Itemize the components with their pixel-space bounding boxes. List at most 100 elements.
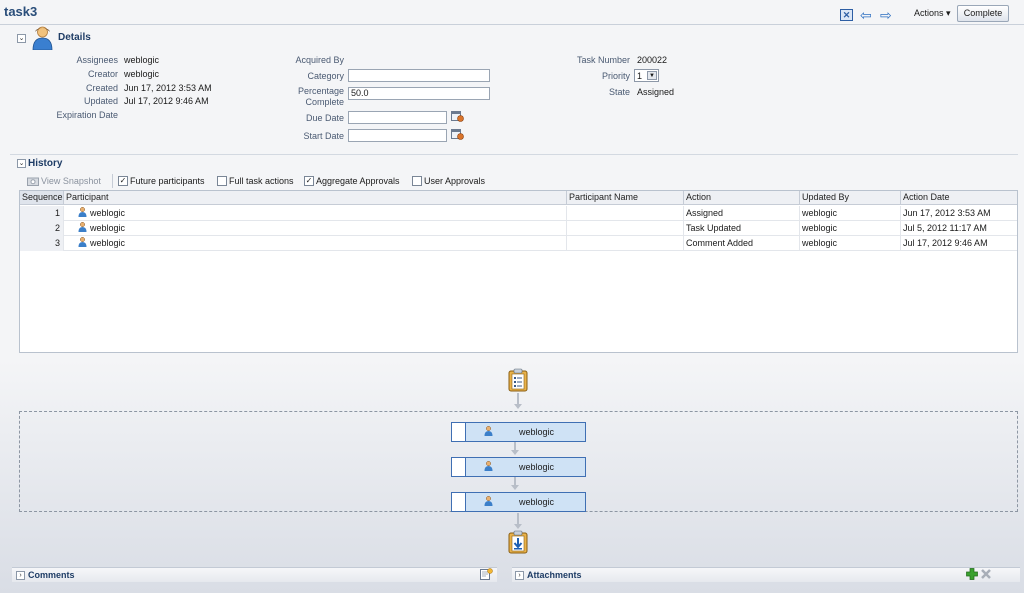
participant-name: weblogic: [90, 208, 126, 218]
action-date-cell: Jun 17, 2012 3:53 AM: [903, 208, 991, 218]
user-icon: [484, 426, 493, 438]
state-label: State: [608, 87, 630, 97]
priority-select[interactable]: 1 ▼: [634, 69, 659, 82]
category-label: Category: [307, 71, 344, 81]
user-icon: [484, 461, 493, 473]
sequence-cell: 1: [20, 206, 64, 221]
user-icon: [78, 207, 87, 217]
participant-cell: weblogic: [64, 236, 567, 251]
updated-by-cell: weblogic: [800, 221, 901, 236]
created-value: Jun 17, 2012 3:53 AM: [124, 83, 212, 93]
history-section-title: History: [28, 158, 63, 169]
attachments-bar: [512, 567, 1020, 582]
task-number-value: 200022: [637, 55, 668, 65]
assignees-label: Assignees: [76, 55, 118, 65]
expiration-date-label: Expiration Date: [56, 110, 118, 120]
start-date-calendar-icon[interactable]: [451, 128, 464, 140]
camera-icon: [27, 176, 39, 186]
col-header-sequence[interactable]: Sequence: [20, 191, 64, 205]
percentage-label-line1: Percentage: [297, 86, 344, 96]
table-row[interactable]: 1 weblogic Assigned weblogic Jun 17, 201…: [20, 206, 1017, 221]
attachments-title: Attachments: [527, 570, 582, 580]
flow-participant-box[interactable]: weblogic: [451, 422, 586, 442]
user-icon: [78, 237, 87, 247]
user-icon: [484, 496, 493, 508]
page-title: task3: [4, 4, 38, 19]
future-participants-checkbox[interactable]: ✓: [118, 176, 128, 186]
details-collapse-toggle[interactable]: ⌄: [17, 34, 26, 43]
action-cell: Task Updated: [684, 221, 800, 236]
sequence-cell: 3: [20, 236, 64, 251]
percentage-complete-input[interactable]: 50.0: [348, 87, 490, 100]
future-participants-label: Future participants: [130, 176, 205, 186]
col-header-updated-by[interactable]: Updated By: [800, 191, 901, 205]
add-comment-icon[interactable]: [480, 568, 493, 581]
flow-participant-name: weblogic: [519, 497, 555, 507]
user-approvals-checkbox[interactable]: [412, 176, 422, 186]
user-avatar-icon: [32, 26, 53, 51]
delete-attachment-icon[interactable]: [980, 568, 992, 580]
history-table: Sequence Participant Participant Name Ac…: [19, 190, 1018, 353]
action-date-cell: Jul 17, 2012 9:46 AM: [903, 238, 988, 248]
comments-title: Comments: [28, 570, 75, 580]
flow-participant-box[interactable]: weblogic: [451, 457, 586, 477]
col-header-participant[interactable]: Participant: [64, 191, 567, 205]
comments-bar: [12, 567, 497, 582]
attachments-expand-toggle[interactable]: ›: [515, 571, 524, 580]
previous-task-icon[interactable]: ⇦: [860, 8, 873, 22]
full-task-actions-label: Full task actions: [229, 176, 294, 186]
creator-value: weblogic: [124, 69, 160, 79]
history-collapse-toggle[interactable]: ⌄: [17, 159, 26, 168]
user-approvals-label: User Approvals: [424, 176, 486, 186]
table-row[interactable]: 2 weblogic Task Updated weblogic Jul 5, …: [20, 221, 1017, 236]
flow-participant-inner: weblogic: [465, 458, 585, 476]
full-task-actions-checkbox[interactable]: [217, 176, 227, 186]
start-date-input[interactable]: [348, 129, 447, 142]
action-cell: Assigned: [684, 206, 800, 221]
actions-menu[interactable]: Actions ▾: [914, 8, 951, 19]
flow-participant-name: weblogic: [519, 462, 555, 472]
action-cell: Comment Added: [684, 236, 800, 251]
due-date-calendar-icon[interactable]: [451, 110, 464, 122]
participant-name-cell: [567, 236, 684, 251]
col-header-participant-name[interactable]: Participant Name: [567, 191, 684, 205]
view-snapshot-button[interactable]: View Snapshot: [41, 176, 101, 186]
flow-participant-name: weblogic: [519, 427, 555, 437]
participant-name-cell: [567, 221, 684, 236]
complete-button[interactable]: Complete: [957, 5, 1009, 22]
updated-value: Jul 17, 2012 9:46 AM: [124, 96, 209, 106]
participant-cell: weblogic: [64, 221, 567, 236]
category-input[interactable]: [348, 69, 490, 82]
comments-expand-toggle[interactable]: ›: [16, 571, 25, 580]
percentage-label-line2: Complete: [305, 97, 344, 107]
creator-label: Creator: [87, 69, 118, 79]
aggregate-approvals-checkbox[interactable]: ✓: [304, 176, 314, 186]
col-header-action-date[interactable]: Action Date: [901, 191, 1017, 205]
flow-arrow-head: [511, 450, 519, 455]
toolbar-separator: [112, 174, 113, 188]
start-date-label: Start Date: [303, 131, 344, 141]
priority-label: Priority: [601, 71, 630, 81]
header-divider: [0, 24, 1024, 25]
chevron-down-icon: ▼: [647, 71, 657, 80]
sequence-cell: 2: [20, 221, 64, 236]
acquired-by-label: Acquired By: [295, 55, 344, 65]
flow-participant-inner: weblogic: [465, 423, 585, 441]
created-label: Created: [85, 83, 118, 93]
due-date-input[interactable]: [348, 111, 447, 124]
assignees-value: weblogic: [124, 55, 160, 65]
close-task-icon[interactable]: ✕: [840, 9, 853, 21]
action-date-cell: Jul 5, 2012 11:17 AM: [903, 223, 987, 233]
flow-arrow-head: [511, 485, 519, 490]
user-icon: [78, 222, 87, 232]
table-empty-area: [20, 251, 64, 352]
flow-participant-box[interactable]: weblogic: [451, 492, 586, 512]
flow-participant-inner: weblogic: [465, 493, 585, 511]
add-attachment-icon[interactable]: [966, 568, 978, 580]
participant-cell: weblogic: [64, 206, 567, 221]
table-row[interactable]: 3 weblogic Comment Added weblogic Jul 17…: [20, 236, 1017, 251]
details-section-title: Details: [58, 32, 91, 43]
updated-by-cell: weblogic: [800, 206, 901, 221]
next-task-icon[interactable]: ⇨: [880, 8, 893, 22]
col-header-action[interactable]: Action: [684, 191, 800, 205]
